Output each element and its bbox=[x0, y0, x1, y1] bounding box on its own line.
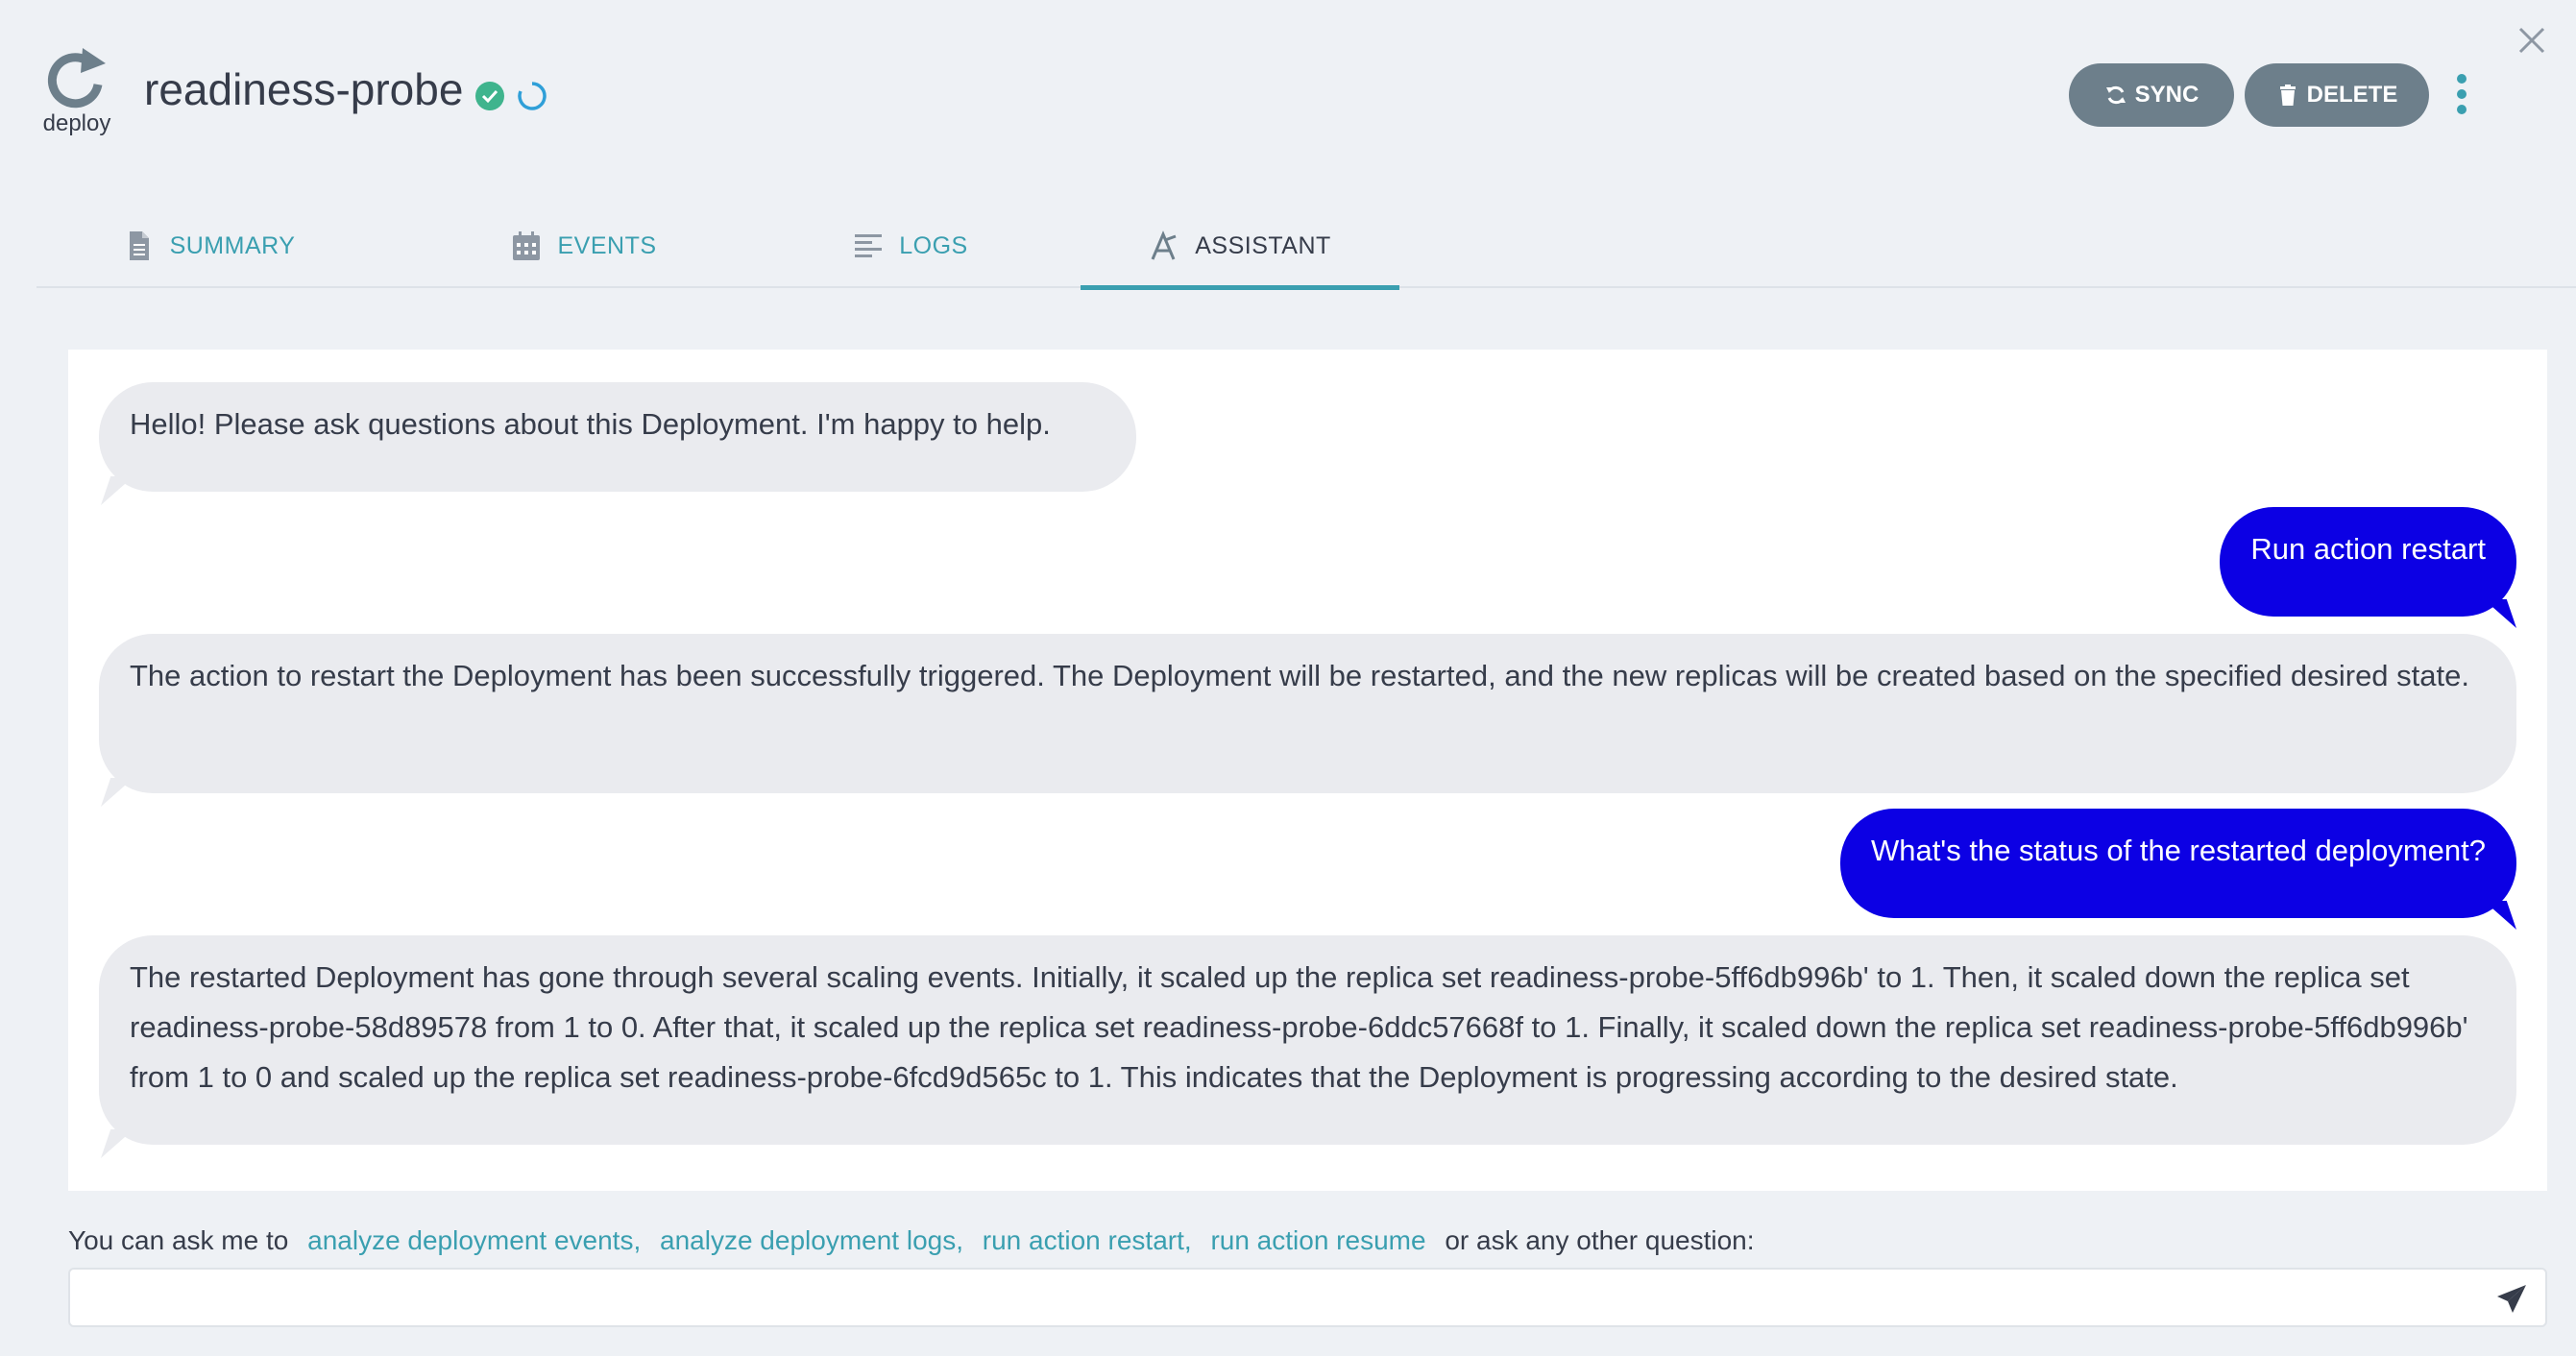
file-icon bbox=[129, 231, 149, 260]
user-message: Run action restart bbox=[2220, 507, 2516, 617]
calendar-icon bbox=[513, 231, 541, 260]
sync-button[interactable]: SYNC bbox=[2069, 63, 2234, 127]
user-message: What's the status of the restarted deplo… bbox=[1839, 809, 2516, 918]
sync-button-label: SYNC bbox=[2134, 82, 2199, 108]
delete-button-label: DELETE bbox=[2306, 82, 2398, 108]
tab-assistant-label: ASSISTANT bbox=[1195, 231, 1331, 259]
resource-header: deploy readiness-probe SYNC DELETE bbox=[0, 0, 2576, 192]
align-left-icon bbox=[855, 234, 883, 257]
suggestions-prefix: You can ask me to bbox=[68, 1225, 289, 1255]
tab-events-label: EVENTS bbox=[557, 231, 657, 259]
suggestions-suffix: or ask any other question: bbox=[1445, 1225, 1755, 1255]
more-options-icon[interactable] bbox=[2447, 67, 2476, 121]
tab-logs-label: LOGS bbox=[899, 231, 968, 259]
suggestion-run-restart[interactable]: run action restart, bbox=[983, 1225, 1192, 1255]
suggestion-analyze-events[interactable]: analyze deployment events, bbox=[307, 1225, 641, 1255]
sync-progress-icon bbox=[518, 82, 547, 110]
trash-icon bbox=[2279, 85, 2296, 106]
delete-button[interactable]: DELETE bbox=[2245, 63, 2429, 127]
check-circle-icon bbox=[475, 82, 504, 110]
bot-message: The restarted Deployment has gone throug… bbox=[99, 935, 2516, 1145]
deploy-icon bbox=[47, 48, 106, 109]
assistant-icon bbox=[1151, 230, 1177, 260]
bot-message: The action to restart the Deployment has… bbox=[99, 634, 2516, 793]
tab-logs[interactable]: LOGS bbox=[814, 204, 1007, 288]
chat-panel: Hello! Please ask questions about this D… bbox=[68, 350, 2547, 1191]
tab-bar: SUMMARY EVENTS LOGS ASSISTANT bbox=[36, 204, 2576, 290]
suggestions-bar: You can ask me to analyze deployment eve… bbox=[68, 1225, 1755, 1256]
tab-events[interactable]: EVENTS bbox=[478, 204, 690, 288]
send-icon[interactable] bbox=[2495, 1283, 2528, 1316]
bot-message: Hello! Please ask questions about this D… bbox=[99, 382, 1136, 492]
suggestion-run-resume[interactable]: run action resume bbox=[1210, 1225, 1425, 1255]
suggestion-analyze-logs[interactable]: analyze deployment logs, bbox=[660, 1225, 963, 1255]
tab-summary-label: SUMMARY bbox=[169, 231, 296, 259]
page-title: readiness-probe bbox=[144, 64, 464, 114]
refresh-icon bbox=[2105, 85, 2126, 105]
tab-assistant[interactable]: ASSISTANT bbox=[1081, 204, 1399, 290]
tab-summary[interactable]: SUMMARY bbox=[104, 204, 315, 288]
close-icon[interactable] bbox=[2515, 23, 2549, 58]
chat-input[interactable] bbox=[70, 1270, 2545, 1325]
chat-input-container bbox=[68, 1268, 2547, 1327]
resource-kind-label: deploy bbox=[42, 110, 111, 136]
